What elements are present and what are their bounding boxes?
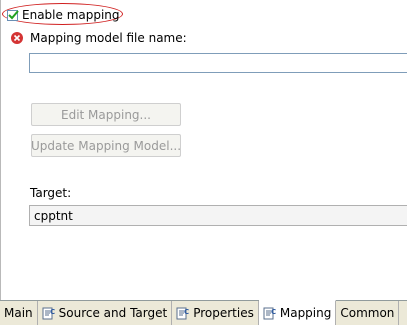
model-file-label-row: Mapping model file name:	[11, 30, 187, 46]
tab-source-and-target[interactable]: C Source and Target	[37, 301, 173, 325]
tab-source-and-target-label: Source and Target	[58, 306, 168, 320]
tab-properties[interactable]: C Properties	[172, 301, 259, 325]
mapping-panel: Enable mapping Mapping model file name: …	[0, 0, 407, 300]
tab-properties-label: Properties	[193, 306, 254, 320]
error-icon	[11, 32, 23, 44]
launch-config-icon: C	[176, 306, 190, 320]
enable-mapping-label: Enable mapping	[22, 8, 120, 22]
launch-config-icon: C	[263, 306, 277, 320]
launch-config-icon: C	[42, 306, 56, 320]
enable-mapping-row[interactable]: Enable mapping	[7, 6, 120, 24]
model-file-label: Mapping model file name:	[30, 31, 187, 45]
target-label: Target:	[30, 186, 72, 200]
model-file-input[interactable]	[29, 53, 407, 73]
target-value: cpptnt	[34, 208, 73, 223]
svg-text:C: C	[271, 308, 276, 316]
enable-mapping-checkbox[interactable]	[7, 9, 19, 21]
update-mapping-model-button[interactable]: Update Mapping Model...	[31, 134, 181, 157]
tab-common-label: Common	[340, 306, 395, 320]
tab-mapping[interactable]: C Mapping	[258, 300, 337, 325]
tab-bar: Main C Source and Target C Properties C …	[0, 300, 407, 325]
svg-text:C: C	[50, 308, 55, 316]
tab-main[interactable]: Main	[0, 301, 38, 325]
target-field[interactable]: cpptnt	[29, 205, 407, 226]
tab-main-label: Main	[4, 306, 33, 320]
tab-common[interactable]: Common	[336, 301, 400, 325]
checkmark-icon	[8, 9, 19, 19]
tab-mapping-label: Mapping	[279, 306, 332, 320]
svg-text:C: C	[184, 308, 189, 316]
edit-mapping-button[interactable]: Edit Mapping...	[31, 103, 181, 126]
